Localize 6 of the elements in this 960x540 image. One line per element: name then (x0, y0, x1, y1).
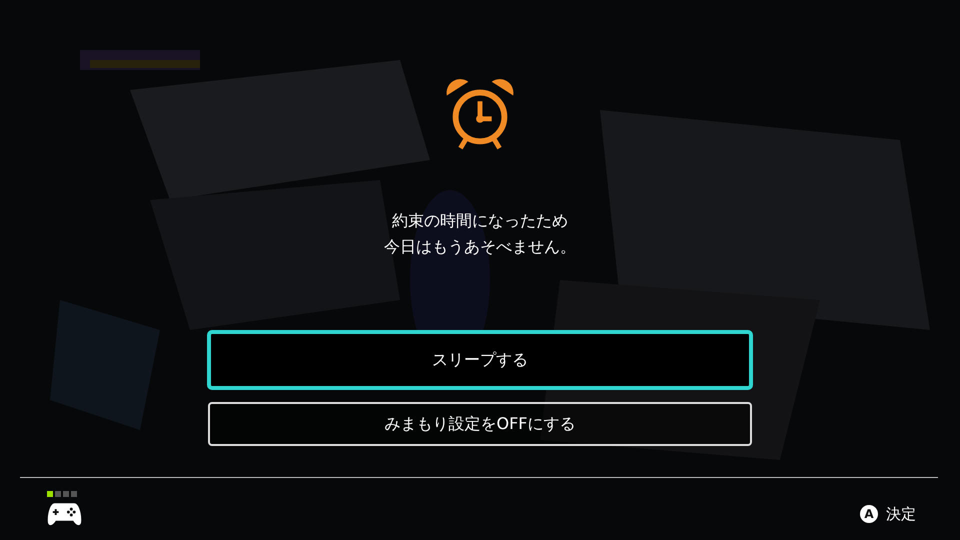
menu-button[interactable]: スリープする (207, 330, 753, 390)
message-text: 約束の時間になったため (391, 210, 569, 232)
gamepad-icon (47, 501, 82, 527)
message-text: 今日はもうあそべません。 (384, 236, 576, 258)
menu-button[interactable]: みまもり設定をOFFにする (208, 402, 752, 446)
confirm-label: 決定 (886, 504, 916, 524)
